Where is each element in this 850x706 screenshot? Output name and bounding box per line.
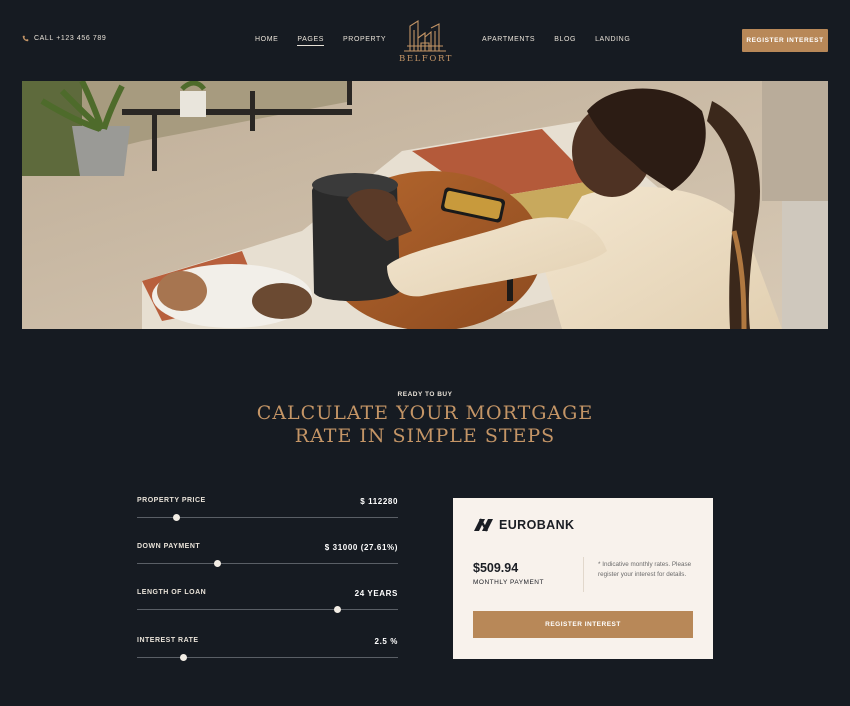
- down-payment-label: DOWN PAYMENT: [137, 543, 201, 550]
- property-price-slider-thumb[interactable]: [172, 514, 180, 521]
- section-title-line-1: CALCULATE YOUR MORTGAGE: [256, 402, 594, 424]
- interest-rate-slider-thumb[interactable]: [180, 654, 188, 661]
- loan-length-slider-thumb[interactable]: [334, 606, 342, 613]
- section-eyebrow: READY TO BUY: [397, 391, 453, 398]
- call-link[interactable]: CALL +123 456 789: [22, 35, 106, 42]
- nav-blog[interactable]: BLOG: [554, 36, 576, 45]
- down-payment-row: DOWN PAYMENT $ 31000 (27.61%): [137, 543, 398, 573]
- property-price-row: PROPERTY PRICE $ 112280: [137, 497, 398, 527]
- down-payment-value: $ 31000 (27.61%): [324, 543, 398, 552]
- interest-rate-value: 2.5 %: [374, 637, 398, 646]
- site-logo[interactable]: BELFORT: [399, 16, 451, 64]
- indicative-rate-note: * Indicative monthly rates. Please regis…: [598, 561, 692, 578]
- down-payment-slider[interactable]: [137, 560, 398, 567]
- logo-text: BELFORT: [399, 54, 454, 64]
- property-price-value: $ 112280: [360, 497, 398, 506]
- interest-rate-row: INTEREST RATE 2.5 %: [137, 637, 398, 667]
- mortgage-result-card: EUROBANK $509.94 MONTHLY PAYMENT * Indic…: [453, 498, 713, 659]
- loan-length-value: 24 YEARS: [354, 589, 398, 598]
- property-price-label: PROPERTY PRICE: [137, 497, 206, 504]
- monthly-payment-amount: $509.94: [473, 561, 519, 575]
- hero-image: [22, 81, 828, 329]
- nav-right: APARTMENTS BLOG LANDING: [482, 36, 630, 45]
- nav-property[interactable]: PROPERTY: [343, 36, 386, 46]
- down-payment-slider-thumb[interactable]: [214, 560, 222, 567]
- register-interest-header-button[interactable]: REGISTER INTEREST: [742, 29, 828, 52]
- loan-length-slider[interactable]: [137, 606, 398, 613]
- site-header: CALL +123 456 789 HOME PAGES PROPERTY BE…: [0, 0, 850, 82]
- monthly-payment-label: MONTHLY PAYMENT: [473, 579, 544, 586]
- interest-rate-label: INTEREST RATE: [137, 637, 199, 644]
- interest-rate-slider[interactable]: [137, 654, 398, 661]
- nav-home[interactable]: HOME: [255, 36, 278, 46]
- loan-length-label: LENGTH OF LOAN: [137, 589, 207, 596]
- building-logo-icon: [404, 20, 446, 52]
- eurobank-logo-icon: [474, 518, 493, 532]
- bank-brand: EUROBANK: [473, 518, 574, 532]
- register-interest-card-button[interactable]: REGISTER INTEREST: [473, 611, 693, 638]
- phone-icon: [22, 35, 29, 42]
- nav-left: HOME PAGES PROPERTY: [255, 36, 386, 46]
- hero-illustration: [22, 81, 828, 329]
- nav-pages[interactable]: PAGES: [297, 36, 325, 46]
- section-title-line-2: RATE IN SIMPLE STEPS: [294, 425, 556, 447]
- bank-name: EUROBANK: [499, 518, 575, 532]
- section-title: CALCULATE YOUR MORTGAGE RATE IN SIMPLE S…: [0, 402, 850, 448]
- card-divider: [583, 557, 584, 592]
- property-price-slider[interactable]: [137, 514, 398, 521]
- call-text: CALL +123 456 789: [34, 35, 107, 42]
- loan-length-row: LENGTH OF LOAN 24 YEARS: [137, 589, 398, 619]
- nav-landing[interactable]: LANDING: [595, 36, 630, 45]
- nav-apartments[interactable]: APARTMENTS: [482, 36, 535, 45]
